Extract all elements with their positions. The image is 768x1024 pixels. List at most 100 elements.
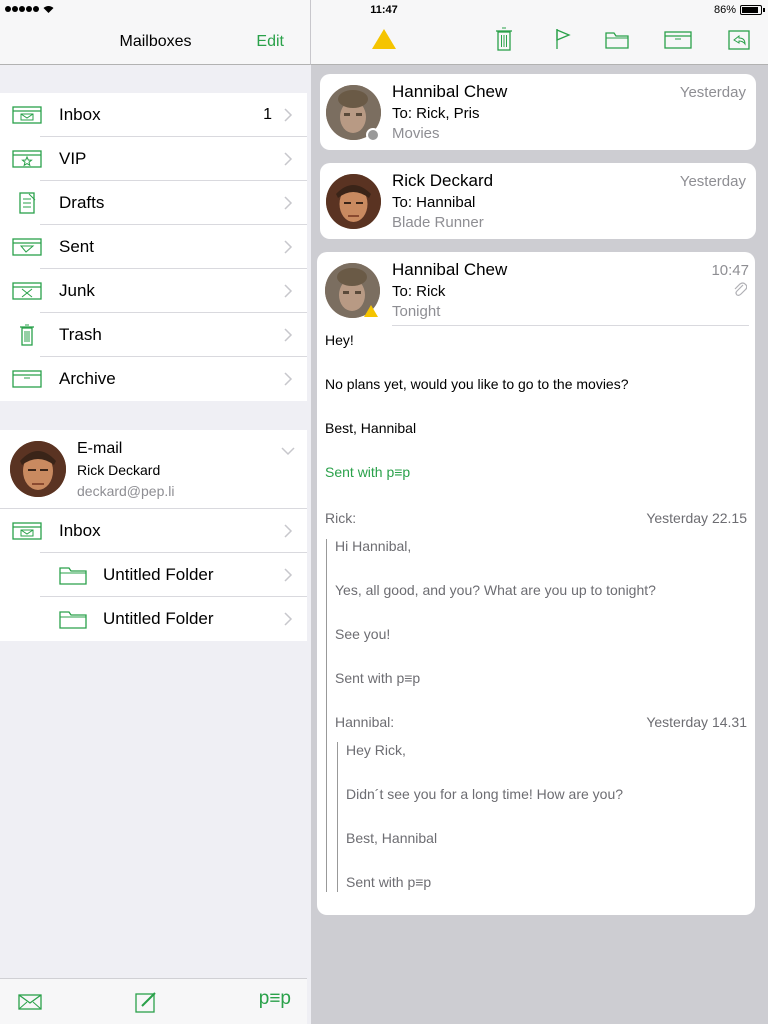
mailbox-drafts[interactable]: Drafts [0, 181, 307, 225]
message-subject: Blade Runner [392, 214, 484, 231]
archive-icon [12, 370, 42, 388]
message-pane: Hannibal Chew Yesterday To: Rick, Pris M… [311, 0, 768, 1024]
quote-line: Hi Hannibal, [335, 538, 412, 554]
message-item[interactable]: Hannibal Chew Yesterday To: Rick, Pris M… [320, 74, 756, 150]
mailbox-label: Drafts [59, 193, 105, 212]
account-header[interactable]: E-mail Rick Deckard deckard@pep.li [0, 430, 307, 509]
chevron-right-icon [284, 524, 293, 538]
battery-percent: 86% [713, 4, 736, 16]
message-date: Yesterday [679, 173, 746, 190]
mailbox-junk[interactable]: Junk [0, 269, 307, 313]
mailboxes-toolbar: p≡p [0, 978, 307, 1024]
inbox-icon [12, 522, 42, 540]
chevron-right-icon [284, 196, 293, 210]
junk-icon [12, 282, 42, 300]
archive-icon[interactable] [664, 31, 692, 49]
chevron-right-icon [284, 152, 293, 166]
quote-line: Best, Hannibal [346, 830, 438, 846]
message-date: Yesterday [679, 84, 746, 101]
sent-icon [12, 238, 42, 256]
account-folder[interactable]: Untitled Folder [0, 597, 307, 641]
flag-icon[interactable] [555, 28, 571, 50]
message-recipients: To: Rick, Pris [392, 105, 480, 122]
message-subject: Movies [392, 125, 440, 142]
mailbox-label: Trash [59, 325, 102, 344]
warning-icon [364, 305, 378, 317]
quote-line: Hey Rick, [346, 742, 406, 758]
message-item[interactable]: Rick Deckard Yesterday To: Hannibal Blad… [320, 163, 756, 239]
status-bar: 11:47 86% [0, 0, 768, 20]
message-sender: Rick Deckard [392, 171, 494, 190]
status-time: 11:47 [370, 4, 398, 16]
account-name: Rick Deckard [77, 462, 161, 478]
open-message: Hannibal Chew 10:47 To: Rick Tonight Hey… [317, 252, 755, 915]
message-sender: Hannibal Chew [392, 260, 508, 279]
trash-icon[interactable] [495, 27, 513, 51]
quote-date: Yesterday 22.15 [646, 510, 747, 526]
account-type: E-mail [77, 440, 123, 457]
body-line: Hey! [325, 332, 354, 348]
pep-signature[interactable]: Sent with p≡p [325, 464, 410, 480]
avatar [325, 263, 380, 318]
mailbox-archive[interactable]: Archive [0, 357, 307, 401]
folder-label: Inbox [59, 521, 101, 540]
message-sender: Hannibal Chew [392, 82, 508, 101]
mailbox-list: Inbox 1 VIP Drafts Sent Junk Trash Archi… [0, 93, 307, 401]
chevron-down-icon[interactable] [281, 446, 295, 456]
status-dot-icon [366, 128, 380, 142]
quote-bar [326, 539, 327, 892]
pep-logo[interactable]: p≡p [259, 988, 291, 1010]
avatar [326, 85, 381, 142]
edit-button[interactable]: Edit [256, 33, 284, 51]
account-folder[interactable]: Untitled Folder [0, 553, 307, 597]
message-date: 10:47 [711, 262, 749, 279]
quote-line: Sent with p≡p [346, 874, 432, 890]
message-recipients: To: Hannibal [392, 194, 476, 211]
chevron-right-icon [284, 108, 293, 122]
chevron-right-icon [284, 328, 293, 342]
mailboxes-pane: Mailboxes Edit Inbox 1 VIP Drafts Sent J… [0, 0, 311, 1024]
warning-icon[interactable] [371, 28, 397, 50]
folder-label: Untitled Folder [103, 609, 214, 628]
chevron-right-icon [284, 372, 293, 386]
account-email: deckard@pep.li [77, 483, 175, 499]
account-section: E-mail Rick Deckard deckard@pep.li Inbox… [0, 430, 307, 641]
vip-icon [12, 150, 42, 168]
chevron-right-icon [284, 240, 293, 254]
chevron-right-icon [284, 568, 293, 582]
body-line: Best, Hannibal [325, 420, 417, 436]
mailbox-label: Archive [59, 369, 116, 388]
body-line: No plans yet, would you like to go to th… [325, 376, 629, 392]
avatar [10, 441, 66, 497]
quote-bar [337, 742, 338, 892]
mailbox-trash[interactable]: Trash [0, 313, 307, 357]
mailbox-inbox[interactable]: Inbox 1 [0, 93, 307, 137]
mailbox-sent[interactable]: Sent [0, 225, 307, 269]
quote-line: Didn´t see you for a long time! How are … [346, 786, 624, 802]
folder-icon [59, 567, 87, 585]
inbox-icon [12, 106, 42, 124]
account-inbox[interactable]: Inbox [0, 509, 307, 553]
message-recipients: To: Rick [392, 283, 446, 300]
reply-icon[interactable] [728, 30, 750, 50]
mailbox-vip[interactable]: VIP [0, 137, 307, 181]
mailbox-label: VIP [59, 149, 87, 168]
message-subject: Tonight [392, 303, 441, 320]
drafts-icon [19, 192, 36, 214]
mail-check-icon[interactable] [18, 994, 42, 1010]
quote-line: Yes, all good, and you? What are you up … [335, 582, 656, 598]
unread-count: 1 [263, 106, 272, 123]
chevron-right-icon [284, 284, 293, 298]
avatar [326, 174, 381, 229]
compose-icon[interactable] [135, 991, 157, 1013]
folder-icon [59, 611, 87, 629]
paperclip-icon [734, 282, 747, 296]
quote-line: See you! [335, 626, 391, 642]
folder-label: Untitled Folder [103, 565, 214, 584]
mailbox-label: Junk [59, 281, 95, 300]
move-folder-icon[interactable] [605, 31, 629, 49]
trash-icon [20, 324, 34, 346]
battery-icon [740, 5, 765, 15]
divider [392, 325, 749, 326]
quote-author: Hannibal: [335, 714, 395, 730]
